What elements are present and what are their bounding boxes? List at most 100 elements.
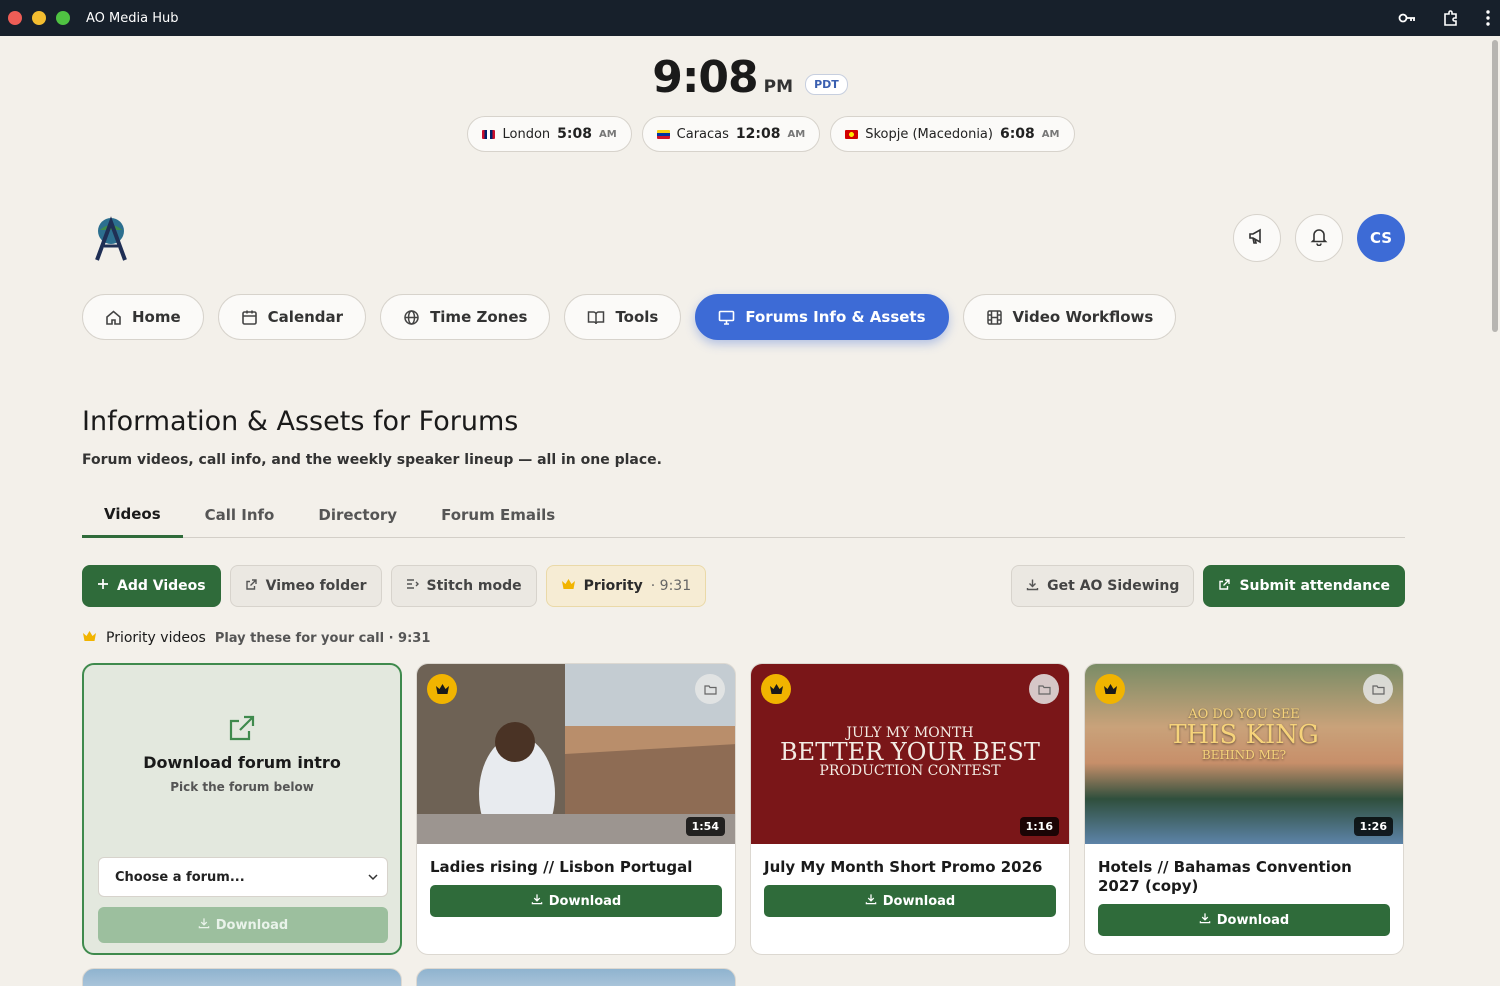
priority-videos-label: Priority videos	[106, 630, 206, 646]
folder-icon[interactable]	[695, 674, 725, 704]
nav-video-workflows[interactable]: Video Workflows	[962, 294, 1177, 340]
uk-flag-icon	[482, 129, 496, 139]
world-clocks: London 5:08 AM Caracas 12:08 AM Skopje (…	[0, 116, 1500, 152]
video-title: Hotels // Bahamas Convention 2027 (copy)	[1098, 858, 1352, 895]
zone-ampm: AM	[1041, 128, 1060, 140]
video-card-partial[interactable]	[82, 968, 402, 986]
zone-ampm: AM	[787, 128, 806, 140]
bell-icon	[1309, 226, 1329, 250]
announcements-button[interactable]	[1233, 214, 1281, 262]
video-duration: 1:54	[685, 817, 725, 836]
download-label: Download	[215, 917, 289, 933]
megaphone-icon	[1247, 226, 1267, 250]
download-icon	[1026, 578, 1039, 595]
zone-city: London	[502, 126, 551, 142]
page-title: Information & Assets for Forums	[82, 406, 519, 437]
get-ao-sidewing-button[interactable]: Get AO Sidewing	[1011, 565, 1195, 607]
ao-logo[interactable]	[92, 216, 130, 262]
video-download-button[interactable]: Download	[1098, 904, 1390, 936]
video-thumbnail[interactable]: 1:54	[417, 664, 735, 844]
video-download-button[interactable]: Download	[430, 885, 722, 917]
nav-tools[interactable]: Tools	[564, 294, 682, 340]
thumbnail-text-line: BEHIND ME?	[1201, 747, 1287, 762]
thumbnail-text-line: PRODUCTION CONTEST	[819, 763, 1001, 779]
submit-attendance-label: Submit attendance	[1239, 578, 1390, 594]
videos-toolbar-right: Get AO Sidewing Submit attendance	[1011, 565, 1405, 607]
nav-time-zones[interactable]: Time Zones	[380, 294, 551, 340]
download-label: Download	[882, 893, 956, 909]
video-card[interactable]: AO DO YOU SEE THIS KING BEHIND ME? 1:26 …	[1084, 663, 1404, 955]
book-icon	[587, 309, 605, 326]
crown-icon	[82, 630, 97, 646]
tab-directory[interactable]: Directory	[296, 492, 419, 538]
video-cards: Download forum intro Pick the forum belo…	[82, 663, 1404, 955]
priority-label: Priority	[583, 578, 643, 594]
more-options-icon[interactable]	[1486, 10, 1490, 26]
video-card[interactable]: 1:54 Ladies rising // Lisbon Portugal Do…	[416, 663, 736, 955]
macedonia-flag-icon	[845, 129, 859, 139]
download-icon	[865, 893, 877, 909]
window-titlebar: AO Media Hub	[0, 0, 1500, 36]
nav-label: Forums Info & Assets	[745, 308, 926, 326]
download-icon	[198, 917, 210, 933]
nav-calendar[interactable]: Calendar	[217, 294, 367, 340]
video-thumbnail[interactable]: JULY MY MONTH BETTER YOUR BEST PRODUCTIO…	[751, 664, 1069, 844]
thumbnail-text-line: THIS KING	[1169, 719, 1319, 750]
video-card[interactable]: JULY MY MONTH BETTER YOUR BEST PRODUCTIO…	[750, 663, 1070, 955]
vimeo-folder-button[interactable]: Vimeo folder	[229, 565, 382, 607]
stitch-mode-button[interactable]: Stitch mode	[390, 565, 537, 607]
download-label: Download	[1216, 912, 1290, 928]
window-controls	[8, 11, 70, 25]
nav-home[interactable]: Home	[82, 294, 204, 340]
plus-icon	[97, 578, 109, 594]
extensions-icon[interactable]	[1442, 9, 1460, 27]
video-card-partial[interactable]	[416, 968, 736, 986]
video-thumbnail[interactable]: AO DO YOU SEE THIS KING BEHIND ME? 1:26	[1085, 664, 1403, 844]
video-title: July My Month Short Promo 2026	[764, 858, 1043, 876]
video-duration: 1:16	[1019, 817, 1059, 836]
forum-select[interactable]: Choose a forum...	[98, 857, 388, 897]
tab-forum-emails[interactable]: Forum Emails	[419, 492, 577, 538]
close-window-button[interactable]	[8, 11, 22, 25]
clock-timezone-badge: PDT	[805, 74, 848, 95]
external-link-icon	[245, 578, 258, 595]
priority-time: · 9:31	[650, 578, 692, 594]
globe-icon	[403, 309, 420, 326]
priority-button[interactable]: Priority · 9:31	[545, 565, 707, 607]
key-icon[interactable]	[1398, 12, 1416, 24]
maximize-window-button[interactable]	[56, 11, 70, 25]
more-video-cards	[82, 968, 736, 986]
download-label: Download	[548, 893, 622, 909]
zone-london: London 5:08 AM	[467, 116, 632, 152]
get-sidewing-label: Get AO Sidewing	[1047, 578, 1180, 594]
thumbnail-text: JULY MY MONTH BETTER YOUR BEST PRODUCTIO…	[751, 726, 1069, 778]
notifications-button[interactable]	[1295, 214, 1343, 262]
user-avatar[interactable]: CS	[1357, 214, 1405, 262]
zone-time: 12:08	[735, 126, 781, 142]
priority-crown-badge	[1095, 674, 1125, 704]
zone-time: 6:08	[999, 126, 1035, 142]
video-download-button[interactable]: Download	[764, 885, 1056, 917]
tab-call-info[interactable]: Call Info	[183, 492, 297, 538]
minimize-window-button[interactable]	[32, 11, 46, 25]
calendar-icon	[241, 309, 258, 326]
window-title: AO Media Hub	[86, 10, 179, 26]
add-videos-button[interactable]: Add Videos	[82, 565, 221, 607]
monitor-icon	[718, 309, 735, 326]
folder-icon[interactable]	[1363, 674, 1393, 704]
nav-label: Home	[132, 308, 181, 326]
videos-toolbar: Add Videos Vimeo folder Stitch mode Prio…	[82, 565, 707, 607]
priority-crown-badge	[761, 674, 791, 704]
main-nav: Home Calendar Time Zones Tools Forums In…	[82, 294, 1177, 340]
page-scrollbar[interactable]	[1490, 36, 1500, 986]
submit-attendance-button[interactable]: Submit attendance	[1203, 565, 1405, 607]
zone-caracas: Caracas 12:08 AM	[641, 116, 821, 152]
priority-videos-heading: Priority videos Play these for your call…	[82, 630, 430, 646]
intro-download-button[interactable]: Download	[98, 907, 388, 943]
intro-card-title: Download forum intro	[143, 753, 341, 772]
nav-label: Video Workflows	[1012, 308, 1154, 326]
nav-forums-info-assets[interactable]: Forums Info & Assets	[695, 294, 949, 340]
tab-videos[interactable]: Videos	[82, 492, 183, 538]
video-title: Ladies rising // Lisbon Portugal	[430, 858, 693, 876]
folder-icon[interactable]	[1029, 674, 1059, 704]
